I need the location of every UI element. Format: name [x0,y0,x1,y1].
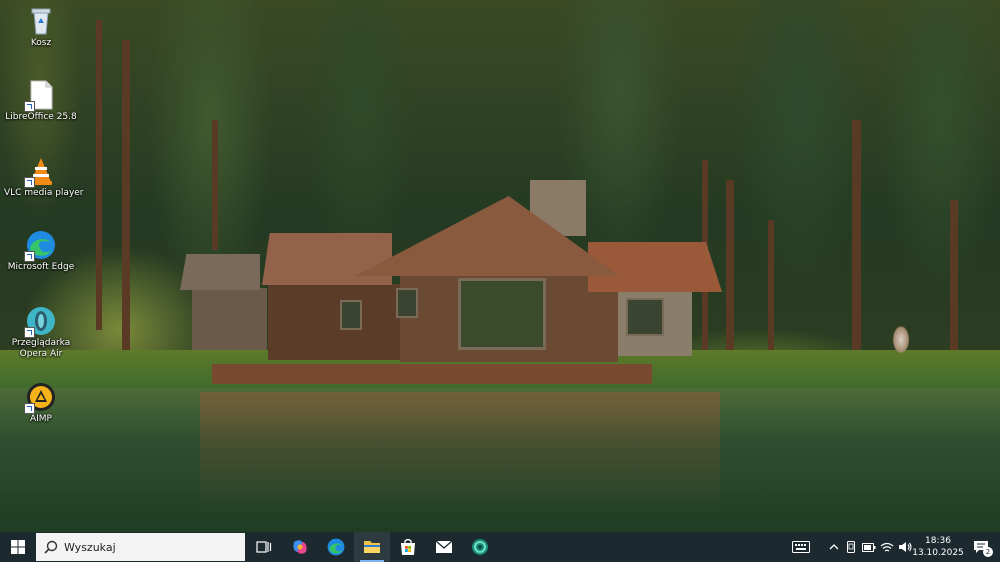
device-tray-button[interactable] [843,532,859,562]
desktop-icon-opera-air[interactable]: Przeglądarka Opera Air [4,306,78,360]
taskbar-search-box[interactable]: Wyszukaj [36,533,245,561]
app-button[interactable] [462,532,498,562]
desktop-icon-label: VLC media player [4,188,84,198]
copilot-button[interactable] [282,532,318,562]
desktop-icon-label: Kosz [30,38,52,48]
copilot-icon [293,540,307,554]
start-button[interactable] [0,532,36,562]
device-icon [847,541,855,553]
battery-icon [862,542,876,552]
wallpaper-deck [212,364,652,384]
clock-date: 13.10.2025 [912,548,964,558]
file-explorer-icon [364,541,380,553]
desktop-icon-recycle-bin[interactable]: Kosz [4,6,78,49]
battery-tray-button[interactable] [860,532,878,562]
desktop-icon-edge[interactable]: Microsoft Edge [4,230,78,273]
desktop-icon-libreoffice[interactable]: LibreOffice 25.8 [4,80,78,123]
mail-icon [435,540,453,553]
wifi-icon [880,542,894,551]
desktop-icon-aimp[interactable]: AIMP [4,382,78,425]
chevron-up-icon [829,544,839,550]
clock-time: 18:36 [925,536,951,546]
notification-badge: 2 [983,547,993,557]
edge-icon [327,538,345,556]
taskbar-edge-button[interactable] [318,532,354,562]
keyboard-icon [792,541,810,553]
vlc-icon [24,156,56,188]
wallpaper-horse-rider [884,318,918,372]
microsoft-store-button[interactable] [390,532,426,562]
app-icon [472,539,488,555]
desktop-icon-label: AIMP [29,414,52,424]
opera-air-icon [24,306,56,338]
desktop-icon-label: Przeglądarka Opera Air [11,338,71,359]
desktop-icon-vlc[interactable]: VLC media player [4,156,84,199]
file-explorer-button[interactable] [354,532,390,562]
search-icon [44,540,58,554]
windows-logo-icon [11,540,25,554]
desktop-icon-label: Microsoft Edge [7,262,75,272]
show-hidden-icons-button[interactable] [824,532,844,562]
mail-button[interactable] [426,532,462,562]
desktop-icon-label: LibreOffice 25.8 [5,112,77,122]
clock-button[interactable]: 18:36 13.10.2025 [912,535,964,559]
search-placeholder: Wyszukaj [64,541,116,554]
task-view-button[interactable] [246,532,282,562]
libreoffice-icon [24,80,56,112]
microsoft-store-icon [401,538,415,555]
aimp-icon [24,382,56,414]
edge-icon [24,230,56,262]
keyboard-layout-button[interactable] [786,532,816,562]
task-view-icon [256,541,272,553]
taskbar: Wyszukaj 18:36 13.10.2025 2 [0,532,1000,562]
network-tray-button[interactable] [878,532,896,562]
notification-center-button[interactable]: 2 [966,532,996,562]
speaker-icon [899,542,912,552]
recycle-bin-icon [26,6,56,36]
desktop-wallpaper [0,0,1000,532]
